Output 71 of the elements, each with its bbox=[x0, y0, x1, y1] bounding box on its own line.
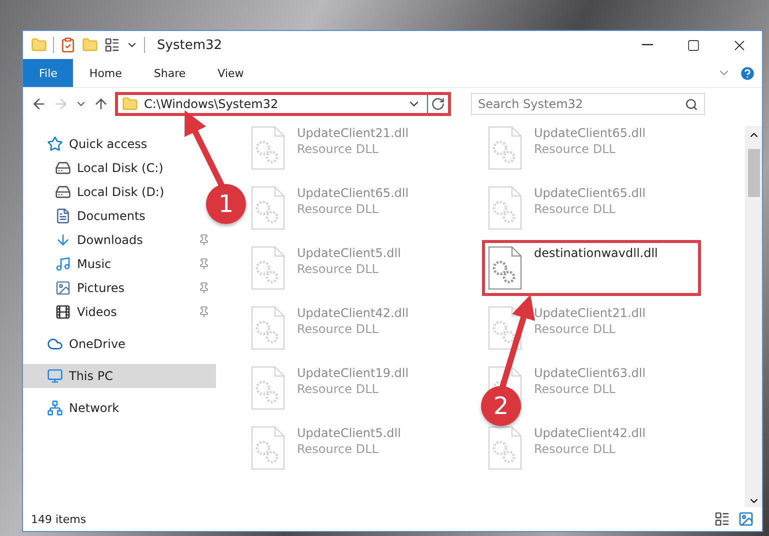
file-type: Resource DLL bbox=[534, 322, 616, 336]
file-name[interactable]: destinationwavdll.dll bbox=[534, 246, 658, 260]
file-type: Resource DLL bbox=[534, 442, 616, 456]
sidebar-item[interactable]: Downloads bbox=[23, 228, 216, 252]
music-note-icon bbox=[55, 256, 71, 272]
dll-file-icon bbox=[488, 246, 522, 290]
pin-icon[interactable] bbox=[198, 258, 210, 270]
pin-icon[interactable] bbox=[198, 306, 210, 318]
file-type: Resource DLL bbox=[297, 262, 380, 276]
dll-file-icon bbox=[488, 306, 522, 350]
maximize-icon bbox=[686, 38, 700, 52]
pin-icon[interactable] bbox=[198, 234, 210, 246]
file-type: Resource DLL bbox=[297, 382, 380, 396]
sidebar-item[interactable]: Pictures bbox=[23, 276, 216, 300]
sidebar-item[interactable]: Local Disk (C:) bbox=[23, 156, 170, 180]
ribbon-tab[interactable]: Share bbox=[138, 59, 202, 87]
file-type: Resource DLL bbox=[534, 382, 616, 396]
sidebar-item[interactable]: Quick access bbox=[23, 132, 154, 156]
dll-file-icon bbox=[251, 126, 285, 170]
details-view-icon[interactable] bbox=[714, 511, 730, 527]
dll-file-icon bbox=[251, 186, 285, 230]
dll-file-icon bbox=[488, 186, 522, 230]
ribbon-tab[interactable]: View bbox=[202, 59, 260, 87]
large-icons-view-icon[interactable] bbox=[738, 511, 754, 527]
ribbon-tab[interactable]: File bbox=[23, 59, 74, 87]
picture-icon bbox=[55, 280, 71, 296]
drive-icon bbox=[55, 160, 71, 176]
file-type: Resource DLL bbox=[297, 442, 380, 456]
dll-file-icon bbox=[488, 126, 522, 170]
item-count: 149 items bbox=[31, 512, 86, 526]
cloud-icon bbox=[47, 336, 63, 352]
ribbon-tab[interactable]: Home bbox=[73, 59, 138, 87]
sidebar-item[interactable]: Videos bbox=[23, 300, 216, 324]
sidebar-item[interactable]: Music bbox=[23, 252, 216, 276]
properties-icon[interactable] bbox=[60, 37, 76, 53]
star-icon bbox=[47, 136, 63, 152]
view-icon[interactable] bbox=[104, 37, 120, 53]
sidebar-item[interactable]: Network bbox=[23, 396, 126, 420]
folder-icon bbox=[122, 96, 138, 112]
file-type: Resource DLL bbox=[297, 202, 380, 216]
window-title: System32 bbox=[157, 38, 222, 52]
address-bar[interactable]: C:\Windows\System32 bbox=[115, 92, 451, 116]
refresh-icon[interactable] bbox=[431, 97, 445, 111]
dll-file-icon bbox=[251, 426, 285, 470]
dll-file-icon bbox=[251, 246, 285, 290]
up-icon[interactable] bbox=[93, 96, 109, 112]
pin-icon[interactable] bbox=[198, 282, 210, 294]
scrollbar-thumb[interactable] bbox=[748, 149, 760, 197]
sidebar-item[interactable]: This PC bbox=[23, 364, 216, 388]
document-icon bbox=[55, 208, 71, 224]
file-type: Resource DLL bbox=[534, 202, 616, 216]
monitor-icon bbox=[47, 368, 63, 384]
download-icon bbox=[55, 232, 71, 248]
back-icon[interactable] bbox=[31, 96, 47, 112]
search-box[interactable]: Search System32 bbox=[471, 93, 705, 115]
sidebar-item[interactable]: Local Disk (D:) bbox=[23, 180, 170, 204]
file-type: Resource DLL bbox=[297, 142, 380, 156]
dll-file-icon bbox=[251, 366, 285, 410]
minimize-icon bbox=[642, 44, 652, 46]
file-type: Resource DLL bbox=[534, 142, 616, 156]
film-icon bbox=[55, 304, 71, 320]
search-icon bbox=[685, 98, 698, 110]
dll-file-icon bbox=[488, 426, 522, 470]
sidebar-item[interactable]: OneDrive bbox=[23, 332, 132, 356]
scrollbar[interactable] bbox=[745, 126, 762, 507]
file-type: Resource DLL bbox=[297, 322, 380, 336]
sidebar-item[interactable]: Documents bbox=[23, 204, 152, 228]
network-icon bbox=[47, 400, 63, 416]
dll-file-icon bbox=[251, 306, 285, 350]
drive-icon bbox=[55, 184, 71, 200]
help-icon[interactable] bbox=[739, 64, 756, 82]
